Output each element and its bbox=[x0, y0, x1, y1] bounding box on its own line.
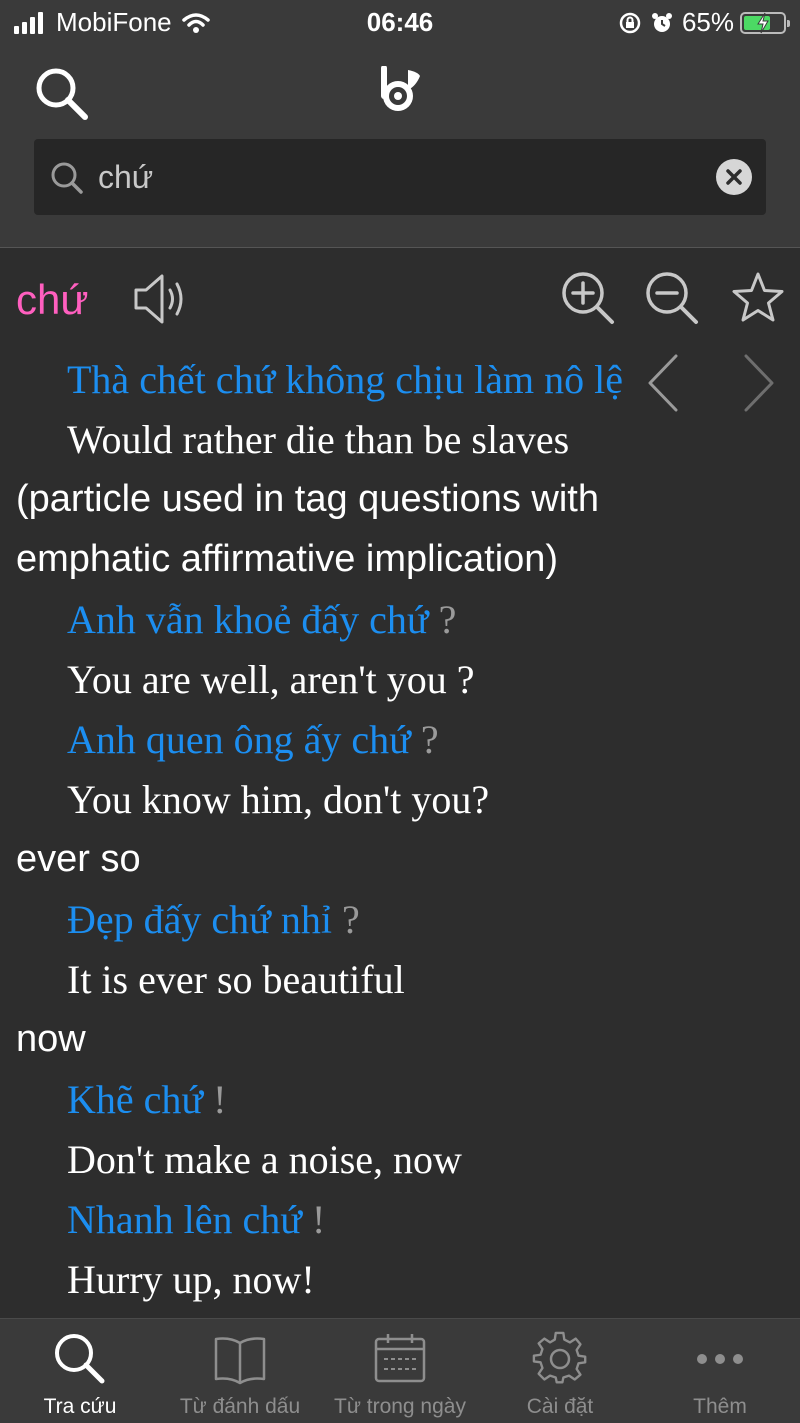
tab-label: Tra cứu bbox=[43, 1395, 117, 1418]
clear-search-button[interactable] bbox=[716, 159, 752, 195]
example-translation: Hurry up, now! bbox=[67, 1257, 315, 1302]
search-box[interactable] bbox=[34, 139, 766, 215]
definition-line: ever so bbox=[16, 838, 141, 880]
speaker-icon[interactable] bbox=[132, 272, 190, 326]
tab-label: Thêm bbox=[693, 1395, 747, 1418]
tab-them[interactable]: Thêm bbox=[640, 1319, 800, 1423]
word-title: chứ bbox=[16, 276, 89, 323]
tab-tu-danh-dau[interactable]: Từ đánh dấu bbox=[160, 1319, 320, 1423]
example-vi: Anh quen ông ấy chứ ? bbox=[67, 717, 439, 762]
status-right: 65% bbox=[618, 7, 790, 38]
app-logo-icon bbox=[381, 66, 420, 111]
calendar-icon bbox=[374, 1334, 426, 1383]
example-vi: Đẹp đấy chứ nhỉ ? bbox=[67, 897, 360, 942]
definition-line: emphatic affirmative implication) bbox=[16, 538, 559, 580]
search-field-icon bbox=[51, 162, 83, 194]
chevron-right-icon[interactable] bbox=[740, 352, 780, 414]
example-vi: Anh vẫn khoẻ đấy chứ ? bbox=[67, 597, 457, 642]
example-vi: Nhanh lên chứ ! bbox=[67, 1197, 326, 1242]
zoom-out-icon[interactable] bbox=[644, 270, 700, 326]
search-input[interactable] bbox=[98, 139, 698, 215]
definition-content: Thà chết chứ không chịu làm nô lệ Would … bbox=[0, 348, 800, 1318]
tab-label: Từ đánh dấu bbox=[179, 1395, 301, 1418]
search-icon[interactable] bbox=[34, 66, 90, 122]
status-bar: MobiFone 06:46 65% bbox=[0, 0, 800, 46]
tab-label: Cài đặt bbox=[526, 1395, 594, 1418]
alarm-icon bbox=[651, 12, 672, 32]
tab-bar: Tra cứu Từ đánh dấu Từ trong ngày Cài đặ… bbox=[0, 1318, 800, 1423]
example-vi: Thà chết chứ không chịu làm nô lệ bbox=[67, 357, 623, 402]
gear-icon bbox=[532, 1331, 587, 1384]
star-icon[interactable] bbox=[730, 270, 786, 326]
top-header bbox=[0, 46, 800, 248]
tab-tu-trong-ngay[interactable]: Từ trong ngày bbox=[320, 1319, 480, 1423]
example-translation: It is ever so beautiful bbox=[67, 957, 405, 1002]
example-translation: You know him, don't you? bbox=[67, 777, 490, 822]
search-icon bbox=[55, 1334, 105, 1384]
example-translation: You are well, aren't you ? bbox=[67, 657, 475, 702]
definition-line: (particle used in tag questions with bbox=[16, 478, 599, 520]
zoom-in-icon[interactable] bbox=[560, 270, 616, 326]
example-translation: Would rather die than be slaves bbox=[67, 417, 570, 462]
tab-label: Từ trong ngày bbox=[334, 1395, 466, 1418]
more-icon bbox=[697, 1354, 743, 1364]
definition-line: now bbox=[16, 1018, 86, 1060]
chevron-left-icon[interactable] bbox=[642, 352, 682, 414]
book-icon bbox=[214, 1337, 266, 1385]
tab-tra-cuu[interactable]: Tra cứu bbox=[0, 1319, 160, 1423]
tab-cai-dat[interactable]: Cài đặt bbox=[480, 1319, 640, 1423]
example-vi: Khẽ chứ ! bbox=[67, 1077, 227, 1122]
close-icon bbox=[726, 169, 742, 185]
battery-percent: 65% bbox=[681, 7, 734, 37]
battery-icon bbox=[740, 11, 790, 34]
rotation-lock-icon bbox=[619, 12, 641, 33]
example-translation: Don't make a noise, now bbox=[67, 1137, 462, 1182]
